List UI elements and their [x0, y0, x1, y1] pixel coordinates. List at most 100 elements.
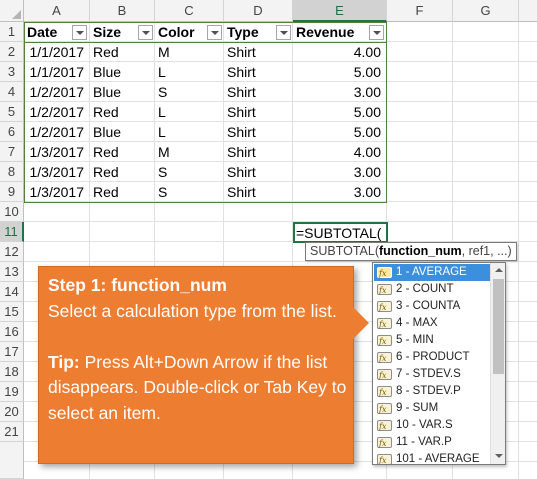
- table-cell[interactable]: S: [155, 82, 224, 102]
- row-header-14[interactable]: 14: [0, 282, 24, 302]
- table-cell[interactable]: 1/3/2017: [24, 162, 90, 182]
- function-icon: [377, 316, 392, 333]
- table-cell[interactable]: 1/2/2017: [24, 122, 90, 142]
- filter-dropdown-size[interactable]: [138, 25, 153, 40]
- table-cell[interactable]: Blue: [90, 122, 155, 142]
- scroll-thumb[interactable]: [493, 279, 504, 374]
- table-cell[interactable]: Shirt: [224, 62, 293, 82]
- table-cell[interactable]: Shirt: [224, 122, 293, 142]
- dropdown-item[interactable]: 10 - VAR.S: [374, 417, 492, 435]
- row-header-2[interactable]: 2: [0, 42, 24, 62]
- filter-dropdown-type[interactable]: [276, 25, 291, 40]
- function-num-dropdown[interactable]: 1 - AVERAGE 2 - COUNT 3 - COUNTA 4 - MAX…: [372, 262, 506, 465]
- table-cell[interactable]: 5.00: [293, 102, 387, 122]
- formula-entry-text: =SUBTOTAL(: [296, 225, 382, 241]
- dropdown-item[interactable]: 6 - PRODUCT: [374, 349, 492, 367]
- tooltip-current-argument[interactable]: function_num: [379, 244, 462, 258]
- table-cell[interactable]: S: [155, 162, 224, 182]
- table-cell[interactable]: S: [155, 182, 224, 202]
- table-cell[interactable]: M: [155, 42, 224, 62]
- table-cell[interactable]: Red: [90, 142, 155, 162]
- table-cell[interactable]: 1/2/2017: [24, 82, 90, 102]
- row-header-20[interactable]: 20: [0, 402, 24, 422]
- table-cell[interactable]: Red: [90, 182, 155, 202]
- dropdown-item[interactable]: 11 - VAR.P: [374, 434, 492, 452]
- table-cell[interactable]: Red: [90, 42, 155, 62]
- table-cell[interactable]: Red: [90, 162, 155, 182]
- row-header-12[interactable]: 12: [0, 242, 24, 262]
- row-header-17[interactable]: 17: [0, 342, 24, 362]
- table-cell[interactable]: 1/3/2017: [24, 142, 90, 162]
- table-cell[interactable]: 1/3/2017: [24, 182, 90, 202]
- select-all-corner[interactable]: [0, 0, 24, 22]
- row-header-11[interactable]: 11: [0, 222, 24, 242]
- table-cell[interactable]: Shirt: [224, 142, 293, 162]
- dropdown-item[interactable]: 4 - MAX: [374, 315, 492, 333]
- function-icon: [377, 367, 392, 384]
- row-header-3[interactable]: 3: [0, 62, 24, 82]
- dropdown-item[interactable]: 2 - COUNT: [374, 281, 492, 299]
- table-cell[interactable]: L: [155, 102, 224, 122]
- function-icon: [377, 435, 392, 452]
- dropdown-item[interactable]: 7 - STDEV.S: [374, 366, 492, 384]
- column-header-f[interactable]: F: [387, 0, 453, 22]
- column-header-e[interactable]: E: [293, 0, 387, 22]
- column-header-g[interactable]: G: [453, 0, 519, 22]
- row-header-10[interactable]: 10: [0, 202, 24, 222]
- dropdown-item[interactable]: 3 - COUNTA: [374, 298, 492, 316]
- table-cell[interactable]: 5.00: [293, 62, 387, 82]
- row-header-4[interactable]: 4: [0, 82, 24, 102]
- scroll-down-arrow-icon[interactable]: [491, 449, 505, 464]
- table-cell[interactable]: L: [155, 62, 224, 82]
- table-cell[interactable]: 4.00: [293, 142, 387, 162]
- table-cell[interactable]: Shirt: [224, 102, 293, 122]
- dropdown-item[interactable]: 5 - MIN: [374, 332, 492, 350]
- table-cell[interactable]: Blue: [90, 82, 155, 102]
- column-header-b[interactable]: B: [90, 0, 155, 22]
- filter-dropdown-color[interactable]: [207, 25, 222, 40]
- table-cell[interactable]: 3.00: [293, 162, 387, 182]
- row-header-1[interactable]: 1: [0, 22, 24, 42]
- table-cell[interactable]: 1/1/2017: [24, 42, 90, 62]
- table-cell[interactable]: 4.00: [293, 42, 387, 62]
- row-header-13[interactable]: 13: [0, 262, 24, 282]
- column-header-a[interactable]: A: [24, 0, 90, 22]
- row-header-15[interactable]: 15: [0, 302, 24, 322]
- table-cell[interactable]: Shirt: [224, 42, 293, 62]
- dropdown-scrollbar[interactable]: [490, 263, 505, 464]
- row-header-5[interactable]: 5: [0, 102, 24, 122]
- row-header-6[interactable]: 6: [0, 122, 24, 142]
- table-cell[interactable]: Shirt: [224, 162, 293, 182]
- table-cell[interactable]: M: [155, 142, 224, 162]
- filter-dropdown-revenue[interactable]: [369, 25, 384, 40]
- function-argument-tooltip[interactable]: SUBTOTAL(function_num, ref1, ...): [305, 242, 517, 261]
- scroll-up-arrow-icon[interactable]: [491, 263, 505, 278]
- row-header-7[interactable]: 7: [0, 142, 24, 162]
- table-cell[interactable]: L: [155, 122, 224, 142]
- row-header-8[interactable]: 8: [0, 162, 24, 182]
- tooltip-function-name: SUBTOTAL(: [310, 244, 379, 258]
- table-cell[interactable]: Blue: [90, 62, 155, 82]
- dropdown-item[interactable]: 1 - AVERAGE: [374, 264, 492, 282]
- callout-tip-label: Tip:: [48, 351, 80, 372]
- row-header-19[interactable]: 19: [0, 382, 24, 402]
- table-cell[interactable]: 3.00: [293, 182, 387, 202]
- row-header-9[interactable]: 9: [0, 182, 24, 202]
- active-cell-e11[interactable]: =SUBTOTAL(: [293, 222, 388, 243]
- table-cell[interactable]: 1/1/2017: [24, 62, 90, 82]
- dropdown-item[interactable]: 9 - SUM: [374, 400, 492, 418]
- filter-dropdown-date[interactable]: [72, 25, 87, 40]
- table-cell[interactable]: Red: [90, 102, 155, 122]
- column-header-c[interactable]: C: [155, 0, 224, 22]
- row-header-21[interactable]: 21: [0, 422, 24, 442]
- table-cell[interactable]: Shirt: [224, 182, 293, 202]
- column-header-d[interactable]: D: [224, 0, 293, 22]
- dropdown-item[interactable]: 101 - AVERAGE: [374, 451, 492, 464]
- dropdown-item[interactable]: 8 - STDEV.P: [374, 383, 492, 401]
- row-header-18[interactable]: 18: [0, 362, 24, 382]
- row-header-16[interactable]: 16: [0, 322, 24, 342]
- table-cell[interactable]: 1/2/2017: [24, 102, 90, 122]
- table-cell[interactable]: Shirt: [224, 82, 293, 102]
- table-cell[interactable]: 3.00: [293, 82, 387, 102]
- table-cell[interactable]: 5.00: [293, 122, 387, 142]
